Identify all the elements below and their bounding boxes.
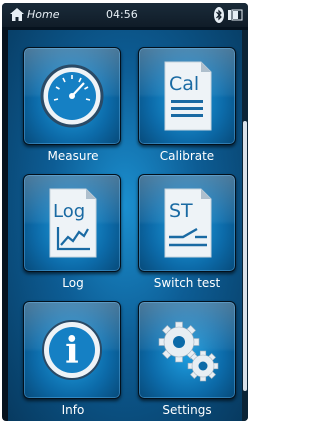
battery-icon <box>228 9 243 21</box>
home-icon[interactable] <box>10 8 24 21</box>
home-label[interactable]: Home <box>27 8 59 21</box>
svg-text:Cal: Cal <box>169 73 199 95</box>
device-frame: Home 04:56 Measure Cal Calibrate Log Log… <box>2 3 248 421</box>
info-button[interactable]: i <box>23 301 121 399</box>
svg-text:i: i <box>65 330 79 372</box>
gauge-icon <box>40 64 104 128</box>
svg-text:Log: Log <box>53 201 85 222</box>
gears-icon <box>158 321 219 382</box>
info-icon: i <box>42 320 102 380</box>
bluetooth-icon <box>214 7 224 23</box>
log-document-icon: Log <box>49 188 97 258</box>
measure-label: Measure <box>47 149 99 163</box>
info-label: Info <box>61 403 85 417</box>
switch-test-button[interactable]: ST <box>138 174 236 272</box>
svg-text:ST: ST <box>169 200 193 222</box>
log-button[interactable]: Log <box>23 174 121 272</box>
clock: 04:56 <box>106 8 138 21</box>
settings-button[interactable] <box>138 301 236 399</box>
log-label: Log <box>62 276 84 290</box>
measure-button[interactable] <box>23 47 121 145</box>
settings-label: Settings <box>162 403 212 417</box>
calibrate-document-icon: Cal <box>164 61 212 131</box>
switch-test-label: Switch test <box>153 276 221 290</box>
calibrate-label: Calibrate <box>159 149 215 163</box>
calibrate-button[interactable]: Cal <box>138 47 236 145</box>
status-bar: Home 04:56 <box>2 3 248 27</box>
switch-test-document-icon: ST <box>164 188 212 258</box>
